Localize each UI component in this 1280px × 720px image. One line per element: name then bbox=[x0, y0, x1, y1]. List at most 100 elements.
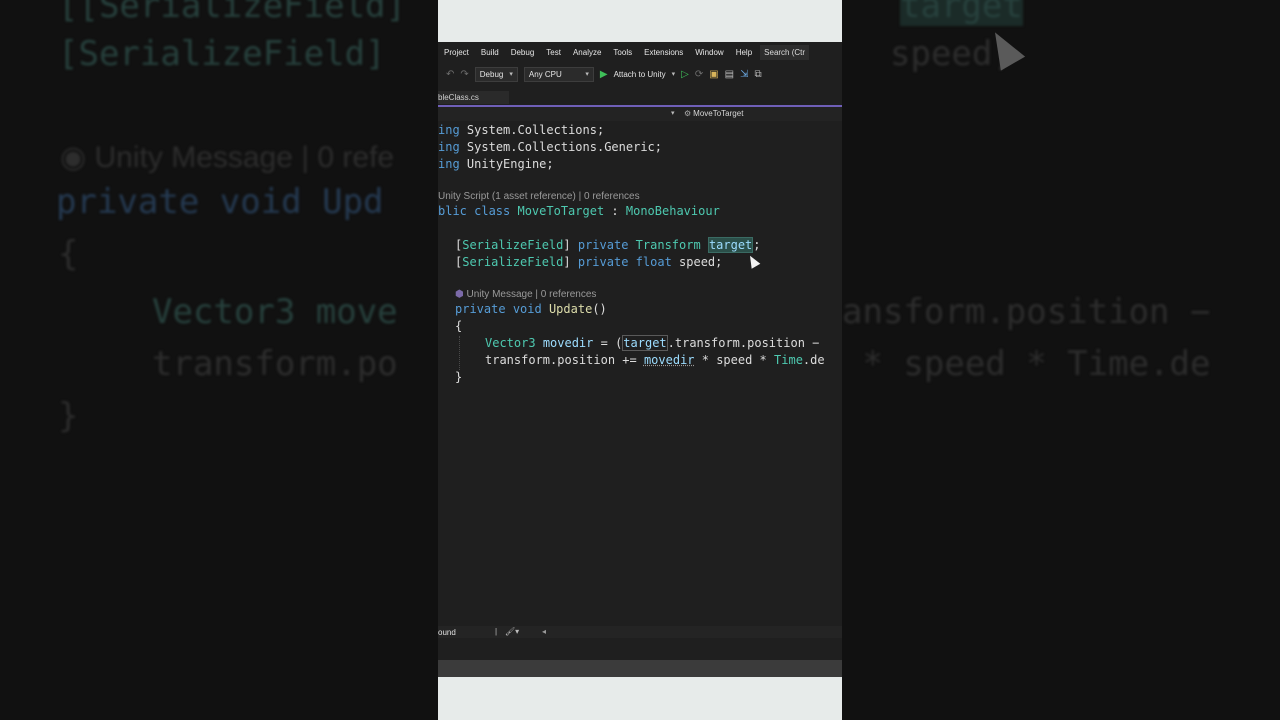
config-select[interactable]: Debug ▾ bbox=[474, 66, 518, 82]
field-target-highlight: target bbox=[707, 237, 754, 253]
method-name: Update bbox=[548, 302, 593, 316]
chevron-left-icon[interactable]: ◂ bbox=[542, 627, 546, 636]
local-variable: movedir bbox=[643, 353, 695, 367]
bg-brace-open: { bbox=[58, 234, 79, 274]
member-dropdown[interactable]: ⚙ MoveToTarget bbox=[684, 109, 743, 118]
chevron-down-icon[interactable]: ▾ bbox=[671, 109, 675, 117]
bg-brace-close: } bbox=[58, 396, 79, 436]
keyword: float bbox=[635, 255, 672, 269]
keyword: ing bbox=[438, 123, 460, 137]
namespace: System.Collections; bbox=[466, 123, 605, 137]
code-line-transform: transform.position += movedir * speed * … bbox=[485, 352, 825, 368]
toolbar: ↶ ↷ Debug ▾ Any CPU ▾ ▶ Attach to Unity ▾ … bbox=[438, 62, 842, 86]
output-panel bbox=[438, 638, 842, 660]
attribute: SerializeField bbox=[462, 255, 564, 269]
platform-select[interactable]: Any CPU ▾ bbox=[523, 66, 594, 82]
bg-transform-tail: * speed * Time.de bbox=[842, 344, 1211, 384]
tab-file[interactable]: bleClass.cs bbox=[438, 91, 509, 104]
search-box[interactable]: Search (Ctr bbox=[760, 44, 810, 60]
attach-button-label[interactable]: Attach to Unity bbox=[614, 70, 666, 79]
cleanup-icon[interactable]: 🖌▾ bbox=[505, 627, 519, 636]
step-icon[interactable]: ⇲ bbox=[740, 69, 748, 80]
code-line-using2: ing System.Collections.Generic; bbox=[438, 139, 662, 155]
codelens-class[interactable]: Unity Script (1 asset reference) | 0 ref… bbox=[438, 191, 640, 202]
code-editor[interactable]: ing System.Collections; ing System.Colle… bbox=[438, 122, 842, 626]
keyword: private bbox=[577, 238, 629, 252]
expression: * speed * bbox=[694, 353, 775, 367]
namespace: UnityEngine; bbox=[466, 157, 554, 171]
bg-attr-line: [SerializeField] bbox=[58, 34, 386, 74]
bg-vector-line: Vector3 move bbox=[152, 292, 398, 332]
play-icon[interactable]: ▶ bbox=[600, 69, 608, 80]
codelens-method-text: Unity Message | 0 references bbox=[466, 289, 597, 300]
attribute: SerializeField bbox=[462, 238, 564, 252]
unity-message-icon: ⬢ bbox=[455, 289, 464, 300]
redo-icon[interactable]: ↷ bbox=[460, 69, 468, 80]
window-icon[interactable]: ⧉ bbox=[755, 69, 762, 80]
target-reference: target bbox=[622, 335, 668, 351]
keyword: ing bbox=[438, 157, 460, 171]
member-label: MoveToTarget bbox=[693, 109, 744, 118]
bg-lens: ◉ Unity Message | 0 refe bbox=[60, 141, 395, 174]
chevron-down-icon: ▾ bbox=[509, 71, 513, 78]
menu-build[interactable]: Build bbox=[475, 48, 505, 57]
ide-window: Project Build Debug Test Analyze Tools E… bbox=[438, 0, 842, 720]
menu-debug[interactable]: Debug bbox=[505, 48, 541, 57]
divider: | bbox=[495, 627, 498, 636]
folder-icon[interactable]: ▣ bbox=[709, 69, 718, 80]
base-class: MonoBehaviour bbox=[625, 204, 720, 218]
code-line-method-signature: private void Update() bbox=[455, 301, 607, 317]
keyword: ing bbox=[438, 140, 460, 154]
codelens-method[interactable]: ⬢ Unity Message | 0 references bbox=[455, 289, 596, 300]
bg-attr-line-top: [[SerializeField] bbox=[58, 0, 406, 26]
chevron-down-icon: ▾ bbox=[585, 71, 589, 78]
code-line-field-target: [SerializeField] private Transform targe… bbox=[455, 237, 761, 253]
type-name: Vector3 bbox=[485, 336, 536, 350]
menu-extensions[interactable]: Extensions bbox=[638, 48, 689, 57]
bg-signature: private void Upd bbox=[56, 182, 384, 222]
keyword: private bbox=[577, 255, 629, 269]
undo-icon[interactable]: ↶ bbox=[446, 69, 454, 80]
menu-bar: Project Build Debug Test Analyze Tools E… bbox=[438, 42, 842, 62]
namespace: System.Collections.Generic; bbox=[466, 140, 662, 154]
local-variable: movedir bbox=[542, 336, 594, 350]
bg-target: target bbox=[900, 0, 1023, 26]
start-without-debug-icon[interactable]: ▷ bbox=[681, 69, 689, 80]
mouse-cursor-icon bbox=[745, 253, 761, 269]
code-line-brace-close: } bbox=[455, 370, 463, 384]
config-value: Debug bbox=[479, 69, 504, 79]
field-speed: speed; bbox=[679, 255, 723, 269]
menu-help[interactable]: Help bbox=[730, 48, 758, 57]
code-line-using1: ing System.Collections; bbox=[438, 122, 604, 138]
code-line-class: blic class MoveToTarget : MonoBehaviour bbox=[438, 203, 720, 219]
expression: .transform.position − bbox=[667, 336, 827, 350]
code-line-using3: ing UnityEngine; bbox=[438, 156, 554, 172]
expression: transform.position += bbox=[485, 353, 644, 367]
class-icon: ⚙ bbox=[684, 109, 692, 118]
semicolon: ; bbox=[753, 238, 761, 252]
chevron-down-icon[interactable]: ▾ bbox=[672, 70, 676, 78]
layout-icon[interactable]: ▤ bbox=[725, 69, 734, 80]
indent-guide bbox=[459, 336, 460, 370]
bg-vector-tail: ansform.position − bbox=[842, 292, 1211, 332]
code-line-field-speed: [SerializeField] private float speed; bbox=[455, 254, 722, 270]
bottom-padding bbox=[438, 677, 842, 720]
platform-value: Any CPU bbox=[528, 69, 562, 79]
expression: .de bbox=[802, 353, 825, 367]
keyword: private bbox=[455, 302, 506, 316]
menu-project[interactable]: Project bbox=[438, 48, 475, 57]
menu-tools[interactable]: Tools bbox=[607, 48, 638, 57]
menu-analyze[interactable]: Analyze bbox=[567, 48, 607, 57]
menu-window[interactable]: Window bbox=[689, 48, 729, 57]
bracket: ] bbox=[563, 238, 571, 252]
code-line-brace-open: { bbox=[455, 319, 463, 333]
menu-test[interactable]: Test bbox=[540, 48, 567, 57]
bg-transform-line: transform.po bbox=[152, 344, 398, 384]
refresh-icon[interactable]: ⟳ bbox=[695, 69, 703, 80]
type-name: Transform bbox=[635, 238, 701, 252]
navigation-bar: ▾ ⚙ MoveToTarget bbox=[438, 107, 842, 121]
issues-status[interactable]: ound bbox=[438, 628, 456, 637]
parens: () bbox=[592, 302, 607, 316]
editor-status-bar: ound | 🖌▾ ◂ bbox=[438, 626, 842, 638]
colon: : bbox=[604, 204, 626, 218]
